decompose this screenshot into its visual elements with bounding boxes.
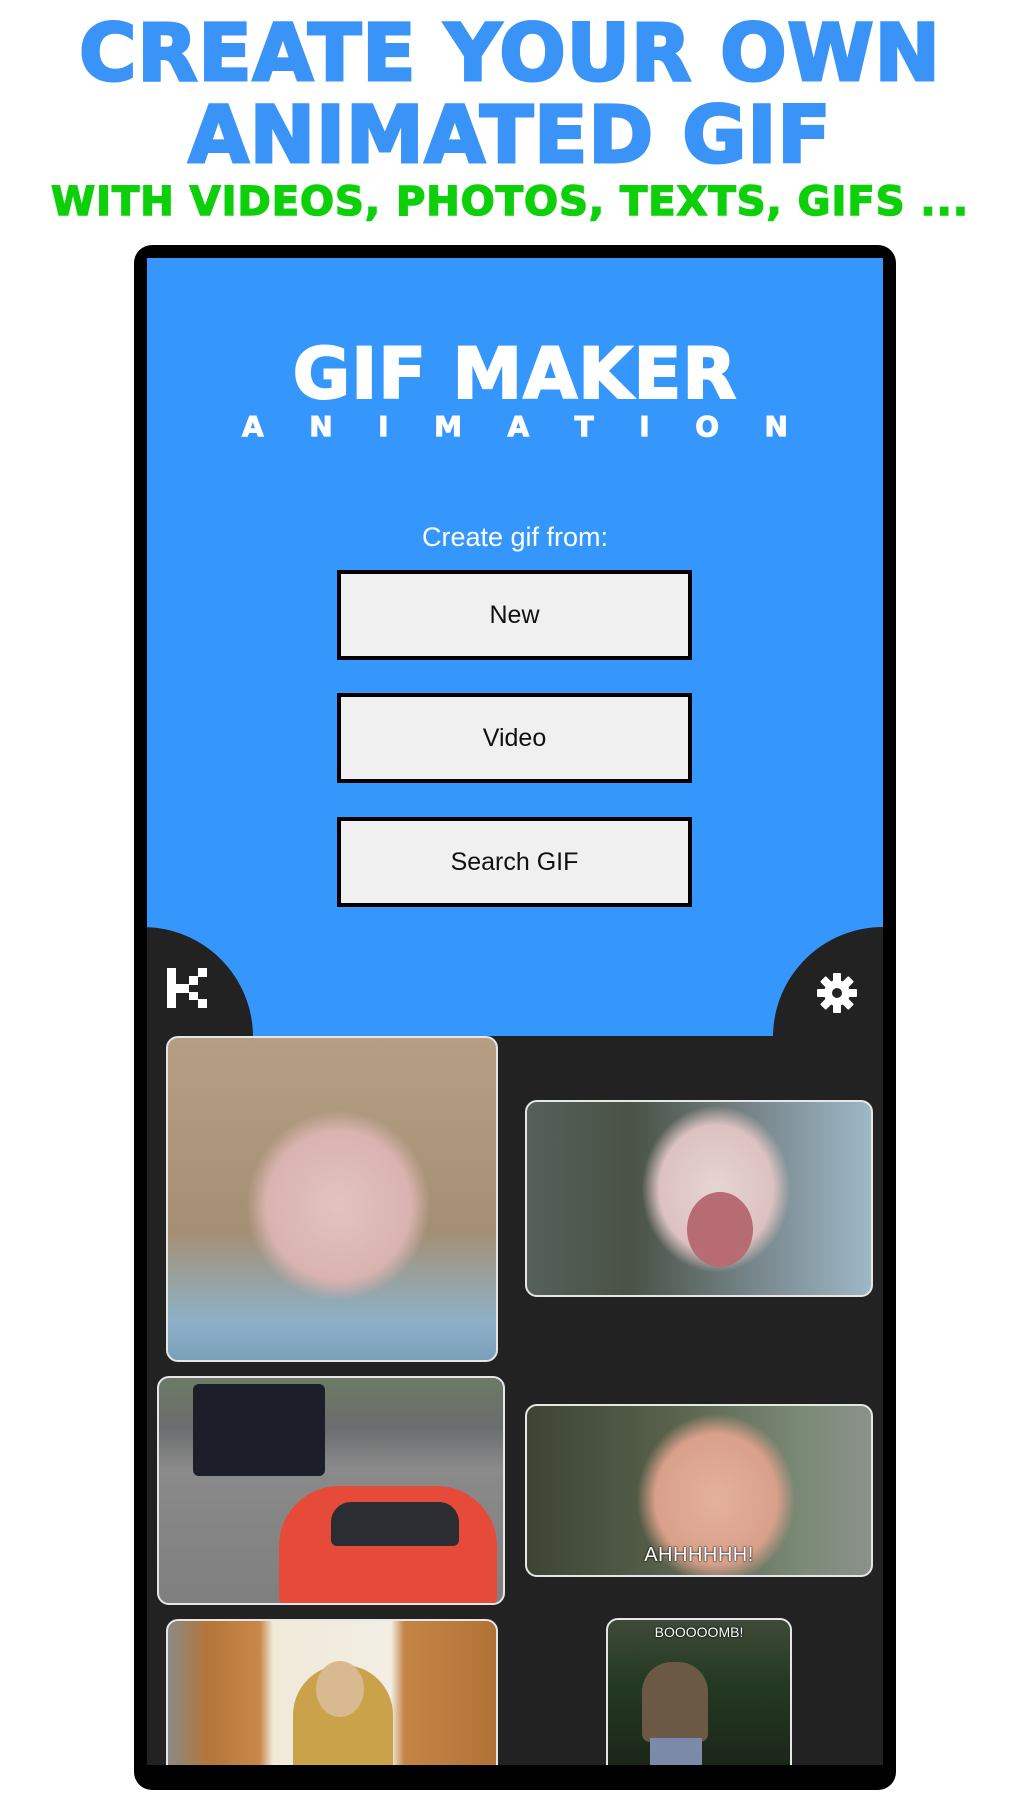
header-panel: GIF MAKER A N I M A T I O N Create gif f…	[147, 258, 883, 1036]
gif-tile-bomb[interactable]: BOOOOOMB!	[606, 1618, 792, 1765]
logo-letter: T	[574, 410, 594, 443]
search-gif-button[interactable]: Search GIF	[337, 817, 692, 907]
logo-letter: N	[309, 410, 333, 443]
promo-headline-line1: CREATE YOUR OWN	[78, 9, 942, 99]
gif-thumbnail-detail	[687, 1192, 753, 1267]
logo-letter: A	[242, 410, 265, 443]
gif-tile-open-mouth-baby[interactable]	[525, 1100, 873, 1297]
logo-letter: O	[695, 410, 720, 443]
create-gif-label: Create gif from:	[421, 522, 609, 552]
gif-caption: BOOOOOMB!	[654, 1624, 744, 1640]
app-logo-subtitle: A N I M A T I O N	[242, 410, 789, 443]
logo-letter: I	[639, 410, 650, 443]
logo-letter: M	[434, 410, 463, 443]
gif-thumbnail-detail	[642, 1662, 708, 1742]
new-button[interactable]: New	[337, 570, 692, 660]
promo-subline: WITH VIDEOS, PHOTOS, TEXTS, GIFS ...	[50, 178, 970, 226]
video-button[interactable]: Video	[337, 693, 692, 783]
gif-thumbnail-detail	[316, 1661, 364, 1717]
promo-headline-line2: ANIMATED GIF	[187, 91, 832, 181]
logo-letter: I	[378, 410, 389, 443]
gif-thumbnail-detail	[650, 1738, 702, 1765]
app-screen: GIF MAKER A N I M A T I O N Create gif f…	[147, 258, 883, 1765]
gif-tile-screaming-baby[interactable]: AHHHHHH!	[525, 1404, 873, 1577]
phone-frame: GIF MAKER A N I M A T I O N Create gif f…	[134, 245, 896, 1790]
logo-letter: A	[507, 410, 530, 443]
gear-icon[interactable]	[815, 971, 859, 1015]
gif-thumbnail-detail	[331, 1502, 459, 1546]
gif-thumbnail-detail	[193, 1384, 325, 1476]
logo-letter: N	[764, 410, 788, 443]
gif-tile-crying-baby[interactable]	[166, 1036, 498, 1362]
k-logo-icon[interactable]	[165, 966, 209, 1010]
app-logo-title: GIF MAKER	[292, 333, 738, 415]
gif-caption: AHHHHHH!	[644, 1544, 754, 1566]
gif-tile-kitchen-dance[interactable]	[166, 1619, 498, 1765]
gif-tile-toy-car[interactable]	[157, 1376, 505, 1605]
